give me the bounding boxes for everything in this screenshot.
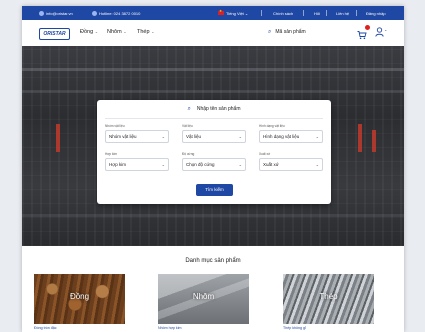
filter-origin[interactable]: Xuất xứ Xuất xứ ⌄ bbox=[259, 152, 323, 171]
categories-title: Danh mục sản phẩm bbox=[185, 258, 241, 264]
user-icon bbox=[375, 27, 384, 37]
chevron-down-icon: ⌄ bbox=[161, 162, 165, 167]
nav-item-thep[interactable]: Thép ⌄ bbox=[137, 29, 154, 35]
vietnam-flag-icon bbox=[218, 9, 224, 16]
search-icon: ⌕ bbox=[268, 29, 272, 35]
hotline-link[interactable]: Hotline: 024 3872 0010 bbox=[92, 11, 140, 16]
category-card-copper[interactable]: Đồng bbox=[34, 274, 125, 324]
chevron-down-icon: ⌄ bbox=[315, 162, 319, 167]
chevron-down-icon: ⌄ bbox=[238, 134, 242, 139]
nav-item-nhom[interactable]: Nhôm ⌄ bbox=[107, 29, 127, 35]
filter-shape[interactable]: Hình dạng vật liệu Hình dạng vật liệu ⌄ bbox=[259, 124, 323, 143]
main-header: ORISTAR Đồng ⌄ Nhôm ⌄ Thép ⌄ ⌕ Mã sản phẩ… bbox=[22, 20, 404, 47]
hero-decor bbox=[56, 124, 60, 152]
cart-icon bbox=[357, 31, 367, 40]
mail-icon bbox=[39, 10, 44, 16]
topbar-link-contact[interactable]: Liên hệ bbox=[336, 11, 349, 16]
web-page: info@oristar.vn Hotline: 024 3872 0010 T… bbox=[22, 6, 404, 332]
chevron-down-icon: ⌄ bbox=[384, 27, 388, 32]
header-search[interactable]: ⌕ Mã sản phẩm bbox=[268, 29, 306, 36]
chevron-down-icon: ⌄ bbox=[244, 10, 249, 16]
filter-hardness[interactable]: Độ cứng Chọn độ cứng ⌄ bbox=[182, 152, 246, 171]
hero-banner: ⌕ Nhập tên sản phẩm Nhóm vật liệu Nhóm vậ… bbox=[22, 46, 404, 246]
hero-decor bbox=[372, 130, 376, 152]
email-link[interactable]: info@oristar.vn bbox=[39, 11, 73, 16]
topbar-link-faq[interactable]: Hỏi bbox=[314, 11, 320, 16]
category-link-steel[interactable]: Thép không gỉ bbox=[283, 326, 306, 330]
category-link-copper[interactable]: Đồng tròn đặc bbox=[34, 326, 57, 330]
filter-alloy[interactable]: Hợp kim Hợp kim ⌄ bbox=[105, 152, 169, 171]
category-link-aluminum[interactable]: Nhôm hợp kim bbox=[158, 326, 182, 330]
chevron-down-icon: ⌄ bbox=[151, 29, 155, 34]
chevron-down-icon: ⌄ bbox=[238, 162, 242, 167]
hero-decor bbox=[22, 214, 404, 217]
language-select[interactable]: Tiếng Việt ⌄ bbox=[218, 9, 249, 16]
category-card-aluminum[interactable]: Nhôm bbox=[158, 274, 249, 324]
topbar-link-policy[interactable]: Chính sách bbox=[273, 11, 293, 16]
account-menu[interactable]: ⌄ bbox=[375, 27, 389, 37]
hero-decor bbox=[22, 90, 404, 93]
chevron-down-icon: ⌄ bbox=[123, 29, 127, 34]
filter-material-group[interactable]: Nhóm vật liệu Nhóm vật liệu ⌄ bbox=[105, 124, 169, 143]
phone-icon bbox=[92, 10, 97, 16]
hero-decor bbox=[22, 68, 404, 71]
hero-decor bbox=[358, 124, 362, 152]
topbar-link-login[interactable]: Đăng nhập bbox=[366, 11, 386, 16]
category-card-steel[interactable]: Thép bbox=[283, 274, 374, 324]
chevron-down-icon: ⌄ bbox=[315, 134, 319, 139]
chevron-down-icon: ⌄ bbox=[94, 29, 99, 34]
cart-badge bbox=[365, 25, 370, 30]
top-bar: info@oristar.vn Hotline: 024 3872 0010 T… bbox=[22, 6, 404, 20]
product-search-input[interactable]: ⌕ Nhập tên sản phẩm bbox=[97, 106, 331, 113]
cart-button[interactable] bbox=[357, 25, 370, 40]
search-button[interactable]: Tìm kiếm bbox=[196, 184, 233, 196]
product-search-panel: ⌕ Nhập tên sản phẩm Nhóm vật liệu Nhóm vậ… bbox=[97, 100, 331, 204]
nav-item-dong[interactable]: Đồng ⌄ bbox=[80, 29, 98, 35]
search-icon: ⌕ bbox=[187, 106, 191, 112]
filter-material[interactable]: Vật liệu Vật liệu ⌄ bbox=[182, 124, 246, 143]
logo[interactable]: ORISTAR bbox=[39, 28, 70, 40]
chevron-down-icon: ⌄ bbox=[161, 134, 165, 139]
